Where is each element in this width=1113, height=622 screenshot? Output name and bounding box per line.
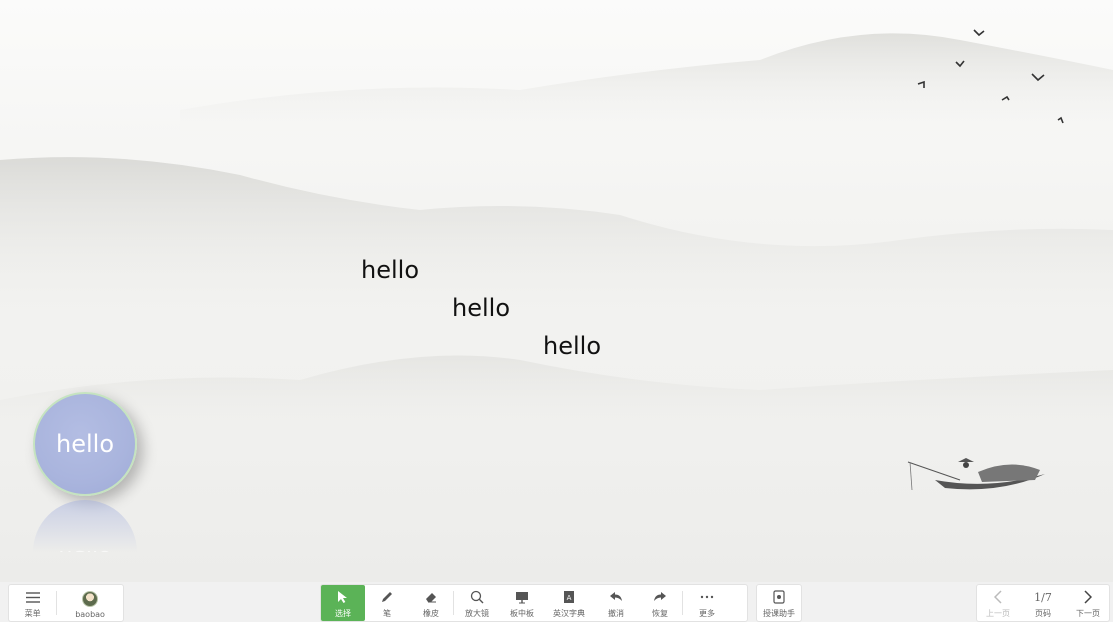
slide-canvas[interactable]: hello hello hello hello hello — [0, 0, 1113, 582]
bottom-toolbar: 菜单 baobao 选择 笔 橡皮 放大镜 板中板 A 英汉字典 撤消 恢复 更… — [0, 582, 1113, 622]
menu-button[interactable]: 菜单 — [9, 585, 56, 621]
tool-undo[interactable]: 撤消 — [594, 585, 638, 621]
page-indicator: 1/7 — [1034, 590, 1052, 604]
tool-dictionary[interactable]: A 英汉字典 — [544, 585, 594, 621]
tool-label: 更多 — [699, 609, 715, 618]
more-icon — [700, 588, 714, 606]
svg-text:A: A — [567, 594, 572, 602]
tool-more[interactable]: 更多 — [683, 585, 731, 621]
pager-group: 上一页 1/7 页码 下一页 — [976, 584, 1110, 622]
tool-pen[interactable]: 笔 — [365, 585, 409, 621]
redo-icon — [653, 588, 667, 606]
cursor-icon — [337, 588, 349, 606]
slide-text-hello-3[interactable]: hello — [543, 332, 601, 360]
tool-label: 笔 — [383, 609, 391, 618]
undo-icon — [609, 588, 623, 606]
tool-group: 选择 笔 橡皮 放大镜 板中板 A 英汉字典 撤消 恢复 更多 — [320, 584, 748, 622]
tool-board[interactable]: 板中板 — [500, 585, 544, 621]
hello-bubble[interactable]: hello — [33, 392, 137, 496]
prev-page-button[interactable]: 上一页 — [977, 585, 1019, 621]
page-number-button[interactable]: 1/7 页码 — [1019, 585, 1067, 621]
menu-label: 菜单 — [24, 609, 41, 618]
prev-page-label: 上一页 — [986, 609, 1010, 618]
bubble-text: hello — [56, 430, 114, 458]
tool-label: 放大镜 — [465, 609, 489, 618]
assistant-group: 授课助手 — [756, 584, 802, 622]
avatar-icon — [82, 590, 99, 608]
tool-eraser[interactable]: 橡皮 — [409, 585, 453, 621]
user-name: baobao — [75, 610, 105, 619]
tool-label: 英汉字典 — [553, 609, 585, 618]
page-number-label: 页码 — [1035, 609, 1051, 618]
eraser-icon — [424, 588, 438, 606]
dictionary-icon: A — [562, 588, 576, 606]
tool-label: 恢复 — [652, 609, 668, 618]
next-page-button[interactable]: 下一页 — [1067, 585, 1109, 621]
tool-magnifier[interactable]: 放大镜 — [454, 585, 500, 621]
chevron-left-icon — [994, 588, 1002, 606]
teaching-assistant-button[interactable]: 授课助手 — [757, 585, 801, 621]
bubble-reflection-text: hello — [58, 545, 111, 552]
tool-redo[interactable]: 恢复 — [638, 585, 682, 621]
left-toolbar-group: 菜单 baobao — [8, 584, 124, 622]
tool-label: 橡皮 — [423, 609, 439, 618]
tool-label: 板中板 — [510, 609, 534, 618]
assistant-icon — [773, 588, 785, 606]
user-button[interactable]: baobao — [57, 585, 123, 621]
slide-text-hello-2[interactable]: hello — [452, 294, 510, 322]
tool-select[interactable]: 选择 — [321, 585, 365, 621]
tool-label: 撤消 — [608, 609, 624, 618]
tool-label: 选择 — [335, 609, 351, 618]
next-page-label: 下一页 — [1076, 609, 1100, 618]
chevron-right-icon — [1084, 588, 1092, 606]
hamburger-icon — [25, 588, 40, 606]
fishing-boat — [907, 458, 1045, 491]
ink-landscape-background — [0, 29, 1113, 491]
board-icon — [515, 588, 529, 606]
magnifier-icon — [470, 588, 484, 606]
pen-icon — [380, 588, 394, 606]
assistant-label: 授课助手 — [763, 609, 795, 618]
slide-text-hello-1[interactable]: hello — [361, 256, 419, 284]
